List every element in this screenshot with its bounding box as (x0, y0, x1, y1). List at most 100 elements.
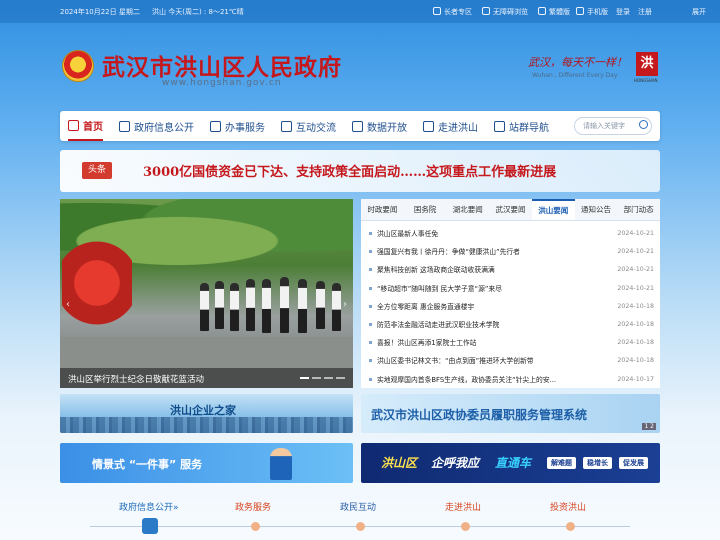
traditional-chinese-link[interactable]: 繁體版 (538, 7, 570, 17)
enterprise-home-banner[interactable]: 洪山企业之家 (60, 394, 353, 433)
list-item[interactable]: 喜报！洪山区再添1家院士工作站 2024-10-18 (369, 334, 654, 352)
register-link[interactable]: 注册 (638, 7, 652, 17)
news-title[interactable]: 强国复兴有我丨徐丹丹：争做“健康洪山”先行者 (377, 243, 520, 261)
login-link[interactable]: 登录 (616, 7, 630, 17)
photo-person (332, 283, 341, 331)
news-date: 2024-10-21 (617, 284, 654, 292)
list-item[interactable]: 洪山区委书记林文书：“由点到面”推进环大学创新带 2024-10-18 (369, 352, 654, 370)
news-title[interactable]: 洪山区最新人事任免 (377, 225, 438, 243)
carousel-dot[interactable] (312, 377, 321, 379)
news-title[interactable]: “移动超市”随叫随到 民大学子意“源”来尽 (377, 280, 502, 298)
list-item[interactable]: 防范非法金融活动走进武汉职业技术学院 2024-10-18 (369, 316, 654, 334)
site-title[interactable]: 武汉市洪山区人民政府 (102, 48, 342, 82)
accessibility-link[interactable]: 无障碍浏览 (482, 7, 528, 17)
section-invest[interactable]: 投资洪山 (550, 500, 586, 513)
tab-hongshan-news[interactable]: 洪山要闻 (531, 199, 575, 220)
main-nav: 首页 政府信息公开 办事服务 互动交流 数据开放 走进洪山 站群导航 请输入关键… (60, 111, 660, 141)
news-date: 2024-10-21 (617, 230, 654, 237)
photo-person (230, 283, 239, 331)
news-title[interactable]: 喜报！洪山区再添1家院士工作站 (377, 334, 476, 352)
tab-wuhan-news[interactable]: 武汉要闻 (489, 199, 532, 220)
national-emblem-logo (62, 50, 94, 82)
news-title[interactable]: 全方位零距离 惠企服务直通楼宇 (377, 298, 474, 316)
elder-zone-link[interactable]: 长者专区 (433, 7, 472, 17)
weather-info: 洪山 今天(周二) : 8～21℃晴 (152, 8, 244, 16)
list-item[interactable]: “移动超市”随叫随到 民大学子意“源”来尽 2024-10-21 (369, 280, 654, 298)
enterprise-hotline-banner[interactable]: 洪山区 企呼我应 直通车 解难题 稳增长 促发展 (361, 443, 660, 483)
photo-person (262, 279, 271, 333)
section-interaction[interactable]: 政民互动 (340, 500, 376, 513)
photo-caption[interactable]: 洪山区举行烈士纪念日敬献花篮活动 (68, 373, 204, 385)
network-icon (494, 120, 505, 132)
nav-home[interactable]: 首页 (68, 111, 103, 141)
carousel-next-icon[interactable]: › (343, 299, 347, 310)
mobile-link[interactable]: 手机版 (576, 7, 608, 17)
carousel-dots (300, 377, 345, 379)
accessibility-icon (482, 7, 490, 15)
section-gov-info[interactable]: 政府信息公开» (119, 500, 179, 513)
news-title[interactable]: 洪山区委书记林文书：“由点到面”推进环大学创新带 (377, 352, 534, 370)
elder-icon (433, 7, 441, 15)
tab-state-council[interactable]: 国务院 (404, 199, 447, 220)
carousel-prev-icon[interactable]: ‹ (66, 299, 70, 310)
hotline-pill: 稳增长 (583, 457, 612, 469)
hotline-slogan: 企呼我应 (431, 456, 480, 470)
nav-about[interactable]: 走进洪山 (423, 111, 478, 141)
search-icon[interactable] (639, 120, 648, 129)
nav-interaction[interactable]: 互动交流 (281, 111, 336, 141)
cppcc-system-banner[interactable]: 武汉市洪山区政协委员履职服务管理系统 1 2 (361, 394, 660, 433)
photo-person (280, 277, 289, 333)
news-date: 2024-10-21 (617, 266, 654, 274)
list-item[interactable]: 实地观摩国内首条BFS生产线，政协委员关注“针尖上的安... 2024-10-17 (369, 371, 654, 389)
section-marker (461, 522, 470, 531)
news-title[interactable]: 实地观摩国内首条BFS生产线，政协委员关注“针尖上的安... (377, 371, 556, 389)
list-item[interactable]: 全方位零距离 惠企服务直通楼宇 2024-10-18 (369, 298, 654, 316)
tab-notices[interactable]: 通知公告 (575, 199, 618, 220)
hotline-district: 洪山区 (381, 456, 418, 470)
photo-person (215, 281, 224, 329)
document-icon (119, 120, 130, 132)
news-photo-carousel[interactable]: ‹ › 洪山区举行烈士纪念日敬献花篮活动 (60, 199, 353, 388)
news-title[interactable]: 防范非法金融活动走进武汉职业技术学院 (377, 316, 499, 334)
service-icon (210, 120, 221, 132)
news-date: 2024-10-21 (617, 248, 654, 256)
hotline-pill: 解难题 (547, 457, 576, 469)
nav-services[interactable]: 办事服务 (210, 111, 265, 141)
section-marker (251, 522, 260, 531)
headline-banner: 头条 3000亿国债资金已下达、支持政策全面启动……这项重点工作最新进展 (60, 150, 660, 192)
expand-button[interactable]: 展开 (692, 7, 706, 17)
list-item[interactable]: 聚焦科技创新 这场政商企联动收获满满 2024-10-21 (369, 261, 654, 279)
news-title[interactable]: 聚焦科技创新 这场政商企联动收获满满 (377, 261, 495, 279)
news-date: 2024-10-18 (617, 302, 654, 310)
list-item[interactable]: 强国复兴有我丨徐丹丹：争做“健康洪山”先行者 2024-10-21 (369, 243, 654, 261)
chevron-down-icon: » (173, 503, 179, 513)
news-date: 2024-10-17 (617, 375, 654, 383)
chat-icon (281, 120, 292, 132)
tab-current-affairs[interactable]: 时政要闻 (361, 199, 404, 220)
carousel-dot[interactable] (300, 377, 309, 379)
city-slogan: 武汉，每天不一样！ (528, 56, 627, 69)
banner-pager[interactable]: 1 2 (642, 423, 656, 430)
nav-site-group[interactable]: 站群导航 (494, 111, 549, 141)
photo-wreath (62, 239, 132, 349)
nav-open-data[interactable]: 数据开放 (352, 111, 407, 141)
section-gov-services[interactable]: 政务服务 (235, 500, 271, 513)
top-utility-bar: 2024年10月22日 星期二 洪山 今天(周二) : 8～21℃晴 长者专区 … (0, 0, 720, 23)
nav-gov-info[interactable]: 政府信息公开 (119, 111, 194, 141)
carousel-dot[interactable] (324, 377, 333, 379)
list-item[interactable]: 洪山区最新人事任免 2024-10-21 (369, 225, 654, 243)
cppcc-system-title: 武汉市洪山区政协委员履职服务管理系统 (371, 408, 588, 422)
carousel-dot[interactable] (336, 377, 345, 379)
one-thing-service-banner[interactable]: 情景式 “一件事” 服务 (60, 443, 353, 483)
tab-department-news[interactable]: 部门动态 (617, 199, 660, 220)
tab-hubei-news[interactable]: 湖北要闻 (446, 199, 489, 220)
photo-person (200, 283, 209, 331)
headline-link[interactable]: 3000亿国债资金已下达、支持政策全面启动……这项重点工作最新进展 (143, 161, 556, 180)
section-marker (566, 522, 575, 531)
section-about[interactable]: 走进洪山 (445, 500, 481, 513)
hotline-express: 直通车 (495, 456, 532, 470)
service-figure-illustration (270, 448, 292, 480)
photo-caption-bar: 洪山区举行烈士纪念日敬献花篮活动 (60, 368, 353, 388)
section-nav: 政府信息公开» 政务服务 政民互动 走进洪山 投资洪山 (60, 496, 660, 540)
hongshan-seal-logo: 洪 (636, 52, 658, 76)
